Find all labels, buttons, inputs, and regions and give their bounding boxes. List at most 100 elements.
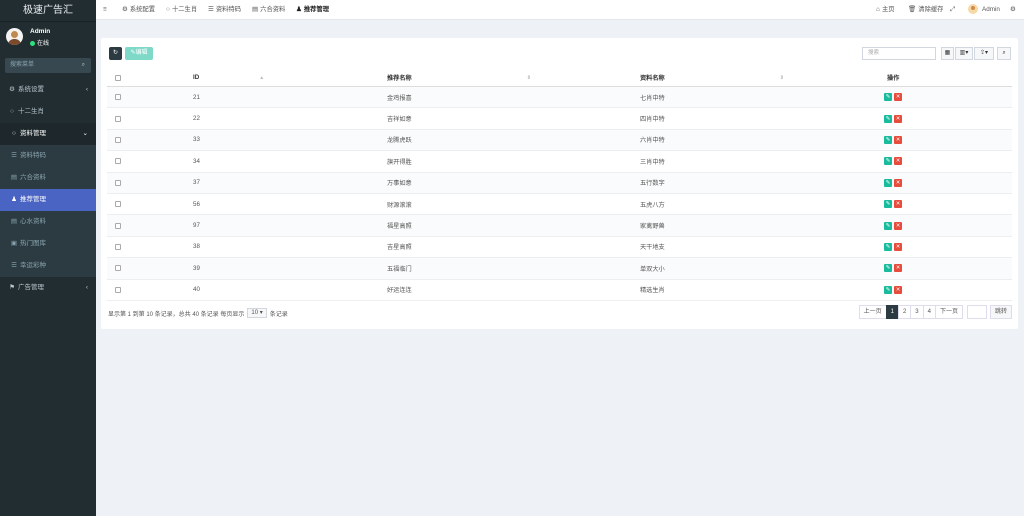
sidebar-search-placeholder: 搜索菜单 [10,62,35,68]
checkbox[interactable] [115,115,121,122]
cell-id: 97 [193,222,200,230]
checkbox[interactable] [115,222,121,229]
sidebar-item-zodiac[interactable]: ○ 十二生肖 [0,101,96,123]
page-3-button[interactable]: 3 [910,305,924,319]
delete-row-button[interactable]: ✕ [894,242,902,251]
checkbox[interactable] [115,94,121,101]
checkbox[interactable] [115,201,121,208]
sidebar-subitem-xinshui[interactable]: ▤ 心水资料 [0,211,96,233]
export-button[interactable]: ⇪▾ [974,47,994,60]
edit-row-button[interactable]: ✎ [884,157,892,166]
edit-row-button[interactable]: ✎ [884,221,892,230]
next-page-button[interactable]: 下一页 [934,305,963,319]
columns-button[interactable]: ▥▾ [955,47,973,60]
edit-row-button[interactable]: ✎ [884,93,892,102]
delete-row-button[interactable]: ✕ [894,93,902,102]
page-1-button[interactable]: 1 [885,305,899,319]
edit-button[interactable]: ✎编辑 [125,47,153,60]
row-actions: ✎ ✕ [884,130,902,150]
row-checkbox[interactable] [115,151,121,171]
refresh-button[interactable]: ↻ [109,47,122,60]
user-menu[interactable]: Admin [968,0,1000,20]
row-checkbox[interactable] [115,173,121,193]
tab-system-config[interactable]: ⚙ 系统配置 [122,0,155,20]
sidebar-subitem-gallery[interactable]: ▣ 热门图库 [0,233,96,255]
tab-recommend[interactable]: ♟ 推荐管理 [296,0,329,20]
gears-icon: ⚙ [1010,6,1016,13]
advanced-search-button[interactable]: ⌕ [997,47,1011,60]
toggle-view-button[interactable]: ▦ [941,47,954,60]
sidebar-subitem-lottery[interactable]: ☰ 幸运彩种 [0,255,96,277]
sidebar-subitem-recommend[interactable]: ♟ 推荐管理 [0,189,96,211]
checkbox[interactable] [115,265,121,272]
edit-row-button[interactable]: ✎ [884,264,892,273]
sidebar-item-ads[interactable]: ⚑ 广告管理 ‹ [0,277,96,299]
header-recommend-name[interactable]: 推荐名称 ⇕ [387,69,531,86]
tab-zodiac[interactable]: ○ 十二生肖 [166,0,197,20]
sidebar-subitem-special-code[interactable]: ☰ 资料特码 [0,145,96,167]
cell-recommend-name: 吉星高照 [387,244,412,252]
columns-icon: ▥▾ [959,50,969,56]
app-logo[interactable]: 极速广告汇 [0,0,96,22]
page-jump-button[interactable]: 跳转 [989,305,1012,319]
delete-row-button[interactable]: ✕ [894,264,902,273]
row-checkbox[interactable] [115,194,121,214]
delete-row-button[interactable]: ✕ [894,178,902,187]
cell-recommend-name: 金鸡报喜 [387,94,412,102]
edit-row-button[interactable]: ✎ [884,285,892,294]
sidebar-subitem-liuhe-data[interactable]: ▤ 六合资料 [0,167,96,189]
fullscreen-button[interactable]: ⤢ [950,0,955,20]
row-checkbox[interactable] [115,237,121,257]
edit-row-button[interactable]: ✎ [884,200,892,209]
table-search-input[interactable]: 搜索 [862,47,936,60]
tab-liuhe-data[interactable]: ▤ 六合资料 [252,0,285,20]
edit-row-button[interactable]: ✎ [884,242,892,251]
home-link[interactable]: ⌂ 主页 [876,0,895,20]
settings-button[interactable]: ⚙ [1010,0,1016,20]
page-2-button[interactable]: 2 [897,305,912,319]
pencil-icon: ✎ [885,136,891,143]
checkbox[interactable] [115,286,121,293]
sidebar-item-data-management[interactable]: ○ 资料管理 ⌄ [0,123,96,145]
row-checkbox[interactable] [115,258,121,278]
circle-icon: ○ [12,130,16,137]
page-4-button[interactable]: 4 [922,305,936,319]
checkbox[interactable] [115,243,121,250]
row-checkbox[interactable] [115,215,121,235]
row-actions: ✎ ✕ [884,87,902,107]
tab-special-code[interactable]: ☰ 资料特码 [208,0,241,20]
sidebar-item-system-settings[interactable]: ⚙ 系统设置 ‹ [0,79,96,101]
row-checkbox[interactable] [115,130,121,150]
page-size-select[interactable]: 10 ▾ [247,308,267,318]
delete-row-button[interactable]: ✕ [894,285,902,294]
page-jump-input[interactable] [966,305,987,319]
sidebar-item-label: 六合资料 [20,174,46,181]
delete-row-button[interactable]: ✕ [894,221,902,230]
delete-row-button[interactable]: ✕ [894,114,902,123]
clear-cache-button[interactable]: 🗑 清除缓存 [908,0,943,20]
delete-row-button[interactable]: ✕ [894,135,902,144]
header-id[interactable]: ID ▲ [193,69,268,86]
checkbox[interactable] [115,179,121,186]
checkbox[interactable] [115,136,121,143]
prev-page-button[interactable]: 上一页 [858,305,887,319]
row-checkbox[interactable] [115,280,121,300]
table-row: 39 五福临门 单双大小 ✎ ✕ [107,258,1012,280]
checkbox[interactable] [115,74,121,81]
delete-row-button[interactable]: ✕ [894,157,902,166]
select-all-checkbox[interactable] [115,69,121,86]
edit-row-button[interactable]: ✎ [884,114,892,123]
row-checkbox[interactable] [115,87,121,107]
row-actions: ✎ ✕ [884,194,902,214]
row-checkbox[interactable] [115,108,121,128]
sidebar-search-input[interactable]: 搜索菜单 ⌕ [5,58,91,73]
edit-row-button[interactable]: ✎ [884,178,892,187]
edit-row-button[interactable]: ✎ [884,135,892,144]
search-icon[interactable]: ⌕ [82,58,85,73]
delete-row-button[interactable]: ✕ [894,200,902,209]
header-data-name[interactable]: 资料名称 ⇕ [640,69,784,86]
list-icon: ☰ [11,262,17,269]
refresh-icon: ↻ [112,50,119,56]
checkbox[interactable] [115,158,121,165]
sidebar-toggle-button[interactable]: ≡ [103,0,107,20]
